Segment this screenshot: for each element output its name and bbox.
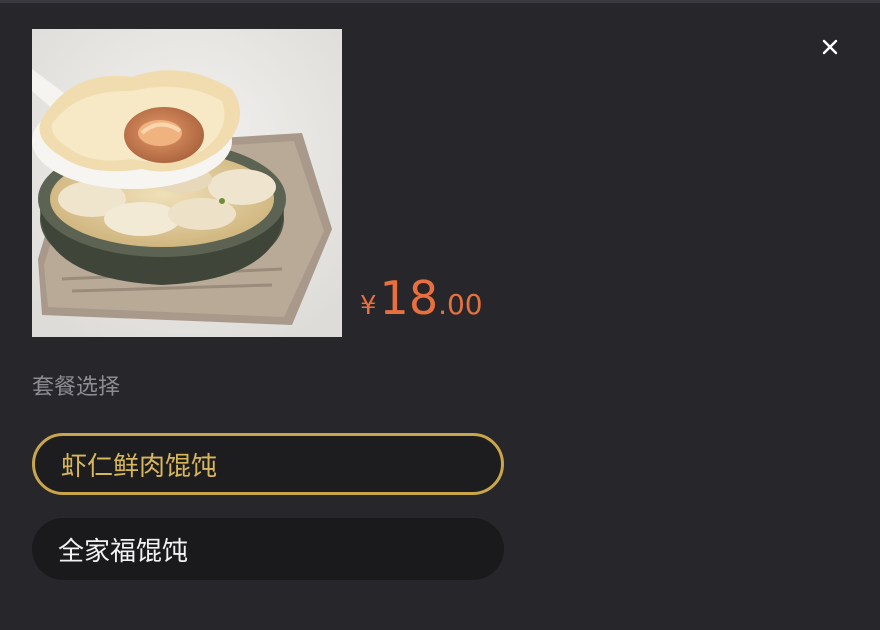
price-decimal: .00 [438, 288, 483, 321]
close-icon[interactable] [822, 39, 838, 55]
package-option-shrimp-pork-wonton[interactable]: 虾仁鲜肉馄饨 [32, 433, 504, 495]
price-integer: 18 [379, 271, 439, 325]
package-option-family-wonton[interactable]: 全家福馄饨 [32, 518, 504, 580]
package-option-label: 全家福馄饨 [58, 536, 189, 567]
close-button[interactable] [816, 33, 844, 61]
package-section-label: 套餐选择 [32, 375, 121, 400]
package-option-label: 虾仁鲜肉馄饨 [61, 451, 218, 482]
package-selection-dialog: ¥ 18 .00 套餐选择 虾仁鲜肉馄饨 全家福馄饨 [0, 0, 880, 630]
price-currency: ¥ [360, 291, 377, 321]
wonton-soup-photo [32, 29, 342, 337]
price: ¥ 18 .00 [360, 275, 483, 321]
product-image [32, 29, 342, 337]
